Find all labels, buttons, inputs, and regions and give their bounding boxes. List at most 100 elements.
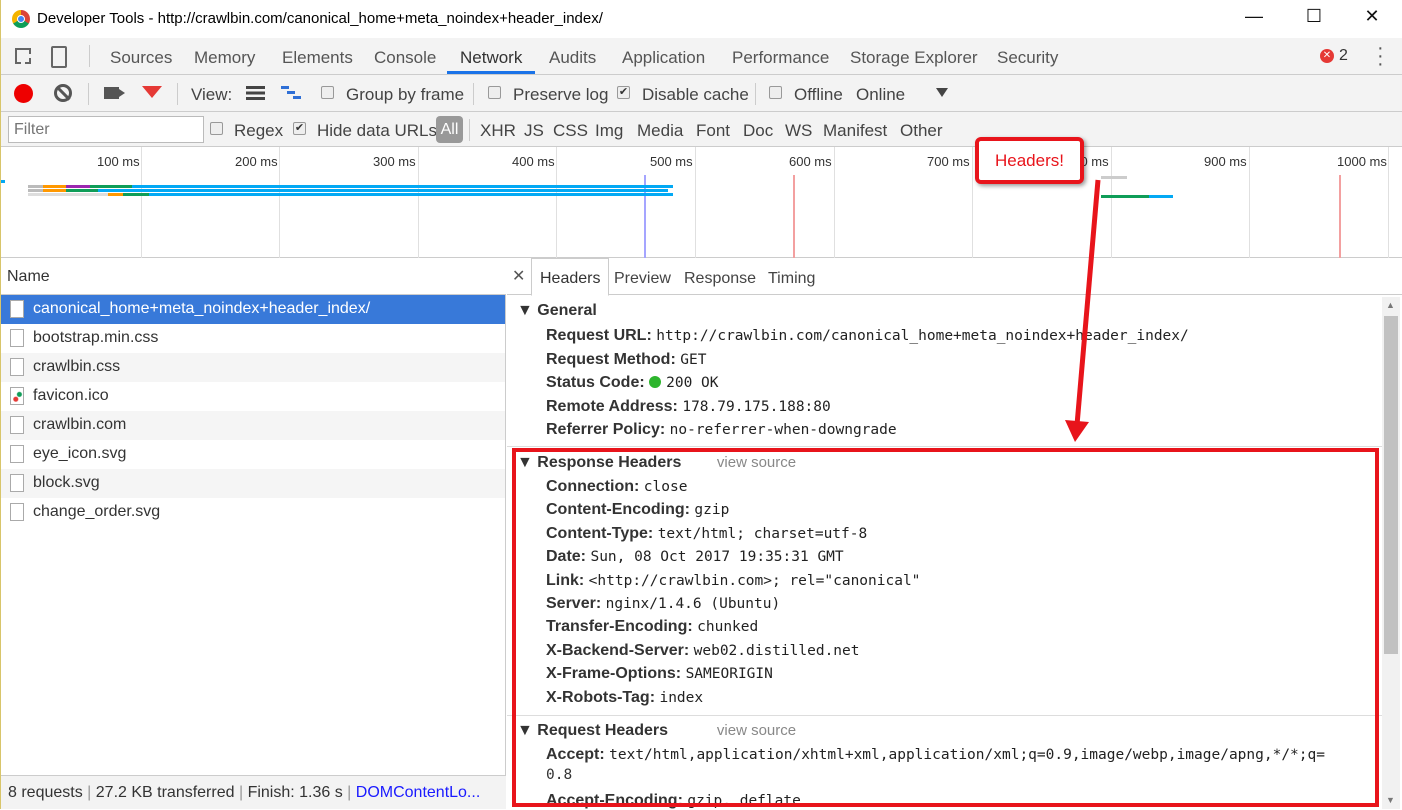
window-title: Developer Tools - http://crawlbin.com/ca… [37,10,603,27]
tab-timing[interactable]: Timing [768,270,815,288]
tab-storage-explorer[interactable]: Storage Explorer [850,48,978,68]
load-line [793,175,795,258]
hide-data-urls-label: Hide data URLs [317,121,438,140]
tab-security[interactable]: Security [997,48,1058,68]
offline-checkbox[interactable] [769,86,782,99]
request-bar [28,193,673,196]
tab-network[interactable]: Network [460,48,522,68]
tab-elements[interactable]: Elements [282,48,353,68]
more-menu-icon[interactable]: · · · [1377,38,1384,74]
annotation-callout: Headers! [975,137,1084,184]
devtools-tabs: Sources Memory Elements Console Network … [1,38,1402,75]
tab-console[interactable]: Console [374,48,436,68]
header-name: Status Code: [546,374,645,392]
tab-sources[interactable]: Sources [110,48,172,68]
capture-screenshots-icon[interactable] [104,87,129,99]
request-row[interactable]: crawlbin.com [1,411,505,440]
header-value: http://crawlbin.com/canonical_home+meta_… [656,328,1189,344]
request-row[interactable]: block.svg [1,469,505,498]
filter-type-js[interactable]: JS [524,121,544,141]
inspect-element-icon[interactable] [15,48,31,64]
error-count[interactable]: 2 [1339,47,1348,65]
header-row: Referrer Policy: no-referrer-when-downgr… [546,421,897,439]
details-tabs: ✕ Headers Preview Response Timing [507,258,1402,296]
request-bar [1101,176,1127,179]
filter-type-other[interactable]: Other [900,121,943,141]
header-name: Request URL: [546,327,652,344]
request-name: crawlbin.css [33,358,121,375]
disable-cache-checkbox[interactable]: ✔ [617,86,630,99]
tab-response[interactable]: Response [684,270,756,288]
device-toolbar-icon[interactable] [51,46,67,68]
minimize-button[interactable]: — [1231,6,1277,32]
filter-type-img[interactable]: Img [595,121,623,141]
tab-memory[interactable]: Memory [194,48,255,68]
request-bar [28,189,668,192]
network-toolbar: View: Group by frame Preserve log ✔ Disa… [1,75,1402,112]
filter-type-all[interactable]: All [436,116,463,143]
dom-content-loaded-time: DOMContentLo... [355,784,481,801]
tick-label: 500 ms [650,154,693,169]
request-row[interactable]: canonical_home+meta_noindex+header_index… [1,295,505,324]
request-bar [1101,195,1173,198]
filter-type-css[interactable]: CSS [553,121,588,141]
request-row[interactable]: favicon.ico [1,382,505,411]
request-name: eye_icon.svg [33,445,127,462]
scrollbar-thumb[interactable] [1384,316,1398,654]
tab-audits[interactable]: Audits [549,48,596,68]
request-row[interactable]: eye_icon.svg [1,440,505,469]
tick-label: 900 ms [1204,154,1247,169]
header-value: no-referrer-when-downgrade [669,422,897,439]
preserve-log-label: Preserve log [513,85,609,104]
throttle-select[interactable]: Online [856,85,905,105]
request-row[interactable]: crawlbin.css [1,353,505,382]
large-rows-icon[interactable] [246,86,265,100]
header-name: Request Method: [546,350,676,368]
filter-bar: Regex ✔ Hide data URLs All XHR JS CSS Im… [1,112,1402,147]
error-icon[interactable]: ✕ [1320,49,1334,63]
filter-type-font[interactable]: Font [696,121,730,141]
request-name: change_order.svg [33,503,161,520]
finish-time: Finish: 1.36 s [247,784,343,801]
network-overview-timeline[interactable]: 100 ms 200 ms 300 ms 400 ms 500 ms 600 m… [1,147,1402,258]
stylesheet-icon [10,329,24,347]
filter-type-doc[interactable]: Doc [743,121,773,141]
maximize-button[interactable]: ☐ [1291,6,1337,32]
tab-performance[interactable]: Performance [732,48,829,68]
dropdown-arrow-icon[interactable] [936,88,948,97]
status-bar: 8 requests | 27.2 KB transferred | Finis… [1,775,506,809]
header-name: Referrer Policy: [546,421,666,439]
clear-button[interactable] [54,84,72,102]
scroll-down-icon[interactable]: ▼ [1386,795,1395,805]
group-by-frame-checkbox[interactable] [321,86,334,99]
close-details-icon[interactable]: ✕ [512,266,525,286]
hide-data-urls-checkbox[interactable]: ✔ [293,122,306,135]
header-row: Remote Address: 178.79.175.188:80 [546,398,831,416]
filter-type-manifest[interactable]: Manifest [823,121,887,141]
name-column-header[interactable]: Name [1,258,506,295]
group-by-frame-label: Group by frame [346,85,465,104]
tab-preview[interactable]: Preview [614,270,671,288]
preserve-log-checkbox[interactable] [488,86,501,99]
request-row[interactable]: bootstrap.min.css [1,324,505,353]
tab-application[interactable]: Application [622,48,705,68]
divider [473,83,474,105]
filter-icon[interactable] [142,86,162,98]
filter-type-xhr[interactable]: XHR [480,121,516,141]
document-icon [10,300,24,318]
general-section-toggle[interactable]: ▼ General [517,302,597,320]
request-row[interactable]: change_order.svg [1,498,505,527]
close-window-button[interactable]: ✕ [1349,6,1395,32]
filter-type-media[interactable]: Media [637,121,683,141]
filter-type-ws[interactable]: WS [785,121,812,141]
scroll-up-icon[interactable]: ▲ [1386,300,1395,310]
filter-input[interactable] [8,116,204,143]
tab-headers[interactable]: Headers [540,270,600,288]
header-value: 200 OK [666,375,719,392]
waterfall-overview-icon[interactable] [281,86,301,100]
load-line [1339,175,1341,258]
request-name: canonical_home+meta_noindex+header_index… [33,300,371,317]
record-button[interactable] [14,84,33,103]
regex-checkbox[interactable] [210,122,223,135]
view-label: View: [191,85,233,104]
